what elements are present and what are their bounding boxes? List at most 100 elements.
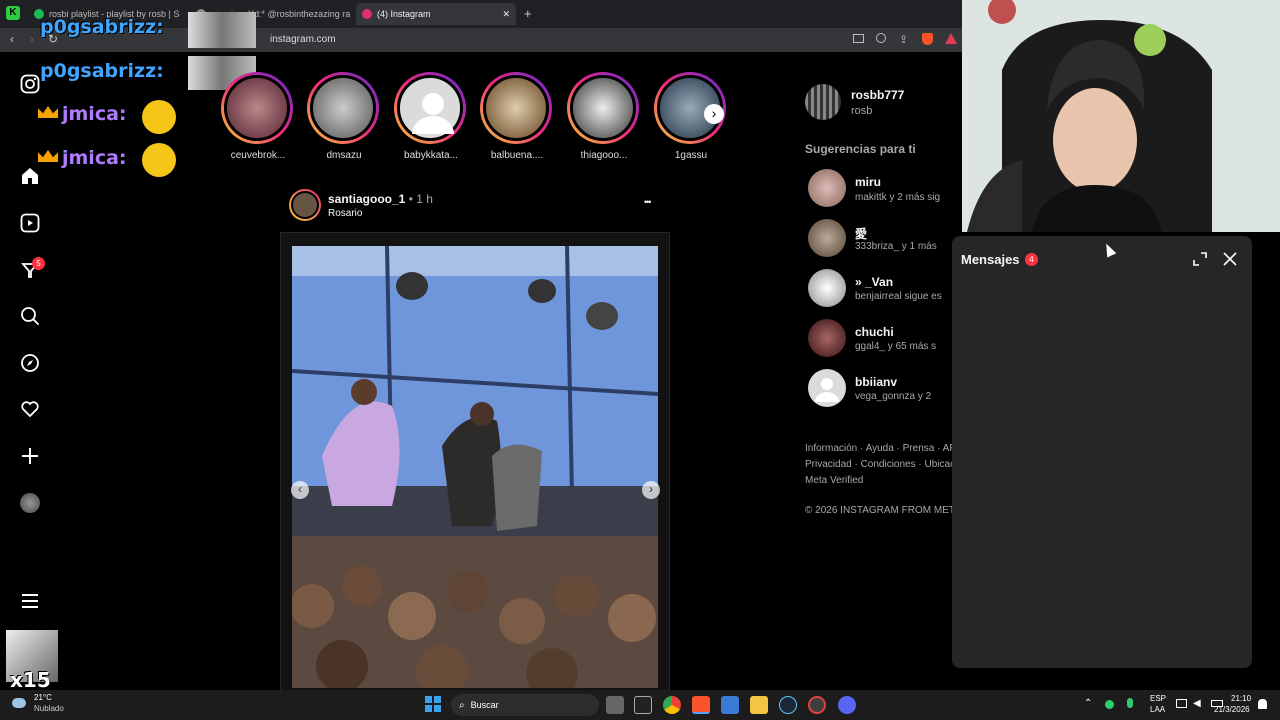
- story-name: babykkata...: [404, 150, 458, 161]
- suggestion-avatar[interactable]: [808, 219, 846, 257]
- stories-next-button[interactable]: ›: [704, 104, 724, 124]
- weather-desc[interactable]: Nublado: [34, 704, 64, 713]
- epic-games-icon[interactable]: [634, 696, 652, 714]
- search-icon[interactable]: [18, 304, 42, 328]
- emoji-icon: [142, 100, 176, 134]
- profile-username[interactable]: rosbb777: [851, 88, 904, 102]
- chrome-icon[interactable]: [663, 696, 681, 714]
- post-media[interactable]: [292, 246, 658, 688]
- create-icon[interactable]: [18, 444, 42, 468]
- carousel-prev-button[interactable]: ‹: [291, 481, 309, 499]
- concert-scene-image: [292, 246, 658, 688]
- volume-icon[interactable]: ◀: [1193, 698, 1201, 709]
- language-code[interactable]: ESP: [1150, 694, 1166, 703]
- brave-icon[interactable]: [692, 696, 710, 714]
- suggestion-name[interactable]: chuchi: [855, 325, 894, 339]
- expand-icon[interactable]: [1193, 252, 1207, 266]
- profile-avatar[interactable]: [18, 491, 42, 515]
- close-icon[interactable]: [1223, 252, 1237, 266]
- back-icon[interactable]: ‹: [10, 32, 14, 46]
- story-item[interactable]: dmsazu: [307, 72, 381, 161]
- suggestion-avatar[interactable]: [808, 269, 846, 307]
- post-time: 1 h: [416, 192, 433, 206]
- suggestion-avatar[interactable]: [808, 369, 846, 407]
- app-icon[interactable]: [808, 696, 826, 714]
- tray-status-icon[interactable]: [1105, 700, 1114, 709]
- messages-title: Mensajes: [961, 252, 1020, 267]
- brave-shield-icon[interactable]: [922, 33, 933, 45]
- suggestion-avatar[interactable]: [808, 319, 846, 357]
- weather-icon[interactable]: [12, 698, 26, 708]
- post-more-icon[interactable]: •••: [644, 197, 652, 207]
- share-icon[interactable]: ⇪: [899, 33, 908, 46]
- story-ring: [480, 72, 552, 144]
- chat-line: jmica:: [62, 103, 127, 125]
- story-item[interactable]: thiagooo...: [567, 72, 641, 161]
- chat-line: jmica:: [62, 147, 127, 169]
- messages-panel: [952, 236, 1252, 668]
- home-icon[interactable]: [18, 164, 42, 188]
- start-icon[interactable]: [425, 696, 441, 712]
- post-location[interactable]: Rosario: [328, 208, 362, 219]
- suggestion-name[interactable]: bbiianv: [855, 375, 897, 389]
- taskbar-search[interactable]: ⌕ Buscar: [451, 694, 599, 716]
- carousel-next-button[interactable]: ›: [642, 481, 660, 499]
- suggestions-title: Sugerencias para ti: [805, 142, 916, 156]
- story-name: thiagooo...: [580, 150, 628, 161]
- suggestion-subtitle: benjairreal sigue es: [855, 291, 942, 302]
- story-name: ceuvebrok...: [230, 150, 286, 161]
- cast-icon[interactable]: [853, 34, 864, 43]
- story-item[interactable]: babykkata...: [394, 72, 468, 161]
- browser-logo-icon[interactable]: K: [6, 6, 20, 20]
- story-ring: [307, 72, 379, 144]
- zoom-icon[interactable]: [876, 33, 886, 43]
- weather-temp[interactable]: 21°C: [34, 693, 52, 702]
- notification-bell-icon[interactable]: [1258, 699, 1267, 709]
- footer-copyright: © 2026 INSTAGRAM FROM META: [805, 505, 960, 516]
- clock-date[interactable]: 21/3/2026: [1214, 705, 1250, 714]
- microphone-icon[interactable]: [1127, 698, 1133, 708]
- suggestion-subtitle: ggal4_ y 65 más s: [855, 341, 937, 352]
- post-username[interactable]: santiagooo_1: [328, 192, 405, 206]
- footer-meta-verified[interactable]: Meta Verified: [805, 475, 960, 486]
- search-icon: ⌕: [459, 699, 465, 711]
- task-view-icon[interactable]: [606, 696, 624, 714]
- clock-time[interactable]: 21:10: [1231, 694, 1251, 703]
- explore-icon[interactable]: [18, 351, 42, 375]
- brave-rewards-icon[interactable]: [945, 33, 957, 44]
- menu-icon[interactable]: [18, 589, 42, 613]
- reels-icon[interactable]: [18, 211, 42, 235]
- language-layout[interactable]: LAA: [1150, 705, 1165, 714]
- discord-icon[interactable]: [838, 696, 856, 714]
- network-icon[interactable]: [1176, 699, 1187, 708]
- heart-icon[interactable]: [18, 397, 42, 421]
- tab-instagram[interactable]: (4) Instagram ✕: [356, 3, 516, 25]
- file-explorer-icon[interactable]: [750, 696, 768, 714]
- tray-chevron-icon[interactable]: ⌃: [1084, 698, 1092, 709]
- footer-links[interactable]: Privacidad · Condiciones · Ubicaci: [805, 459, 960, 470]
- suggestion-name[interactable]: 愛: [855, 225, 867, 242]
- new-tab-button[interactable]: +: [524, 6, 532, 21]
- story-name: dmsazu: [326, 150, 362, 161]
- story-ring: [221, 72, 293, 144]
- instagram-icon: [362, 9, 372, 19]
- close-tab-icon[interactable]: ✕: [502, 9, 510, 20]
- emoji-icon: [142, 143, 176, 177]
- messages-header[interactable]: Mensajes: [961, 252, 1020, 267]
- steam-icon[interactable]: [779, 696, 797, 714]
- suggestion-avatar[interactable]: [808, 169, 846, 207]
- footer-links[interactable]: Información · Ayuda · Prensa · API: [805, 443, 960, 454]
- forward-icon[interactable]: ›: [30, 32, 34, 46]
- suggestion-name[interactable]: miru: [855, 175, 881, 189]
- instagram-logo-icon[interactable]: [18, 72, 42, 96]
- post-author-avatar[interactable]: [289, 189, 321, 221]
- store-icon[interactable]: [721, 696, 739, 714]
- story-item[interactable]: ceuvebrok...: [221, 72, 295, 161]
- default-avatar-icon: [412, 93, 454, 134]
- chat-line: p0gsabrizz:: [40, 60, 164, 82]
- profile-avatar[interactable]: [805, 84, 841, 120]
- story-name: balbuena....: [490, 150, 544, 161]
- url-field[interactable]: instagram.com: [262, 32, 842, 48]
- story-item[interactable]: balbuena....: [480, 72, 554, 161]
- suggestion-name[interactable]: » _Van: [855, 275, 893, 289]
